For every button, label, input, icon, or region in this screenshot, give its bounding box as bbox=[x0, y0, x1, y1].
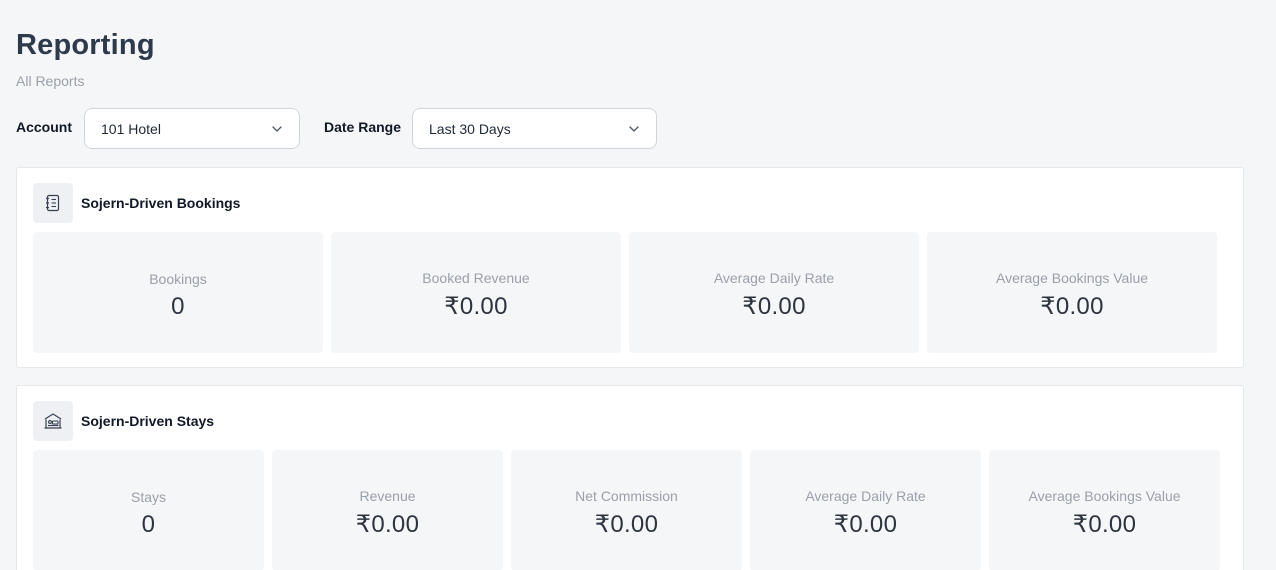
metric-bookings: Bookings 0 bbox=[33, 232, 323, 353]
metric-label: Booked Revenue bbox=[422, 270, 530, 286]
metric-value: ₹0.00 bbox=[444, 293, 508, 320]
stays-card-title: Sojern-Driven Stays bbox=[81, 413, 215, 429]
chevron-down-icon bbox=[271, 123, 283, 135]
metric-value: 0 bbox=[141, 510, 156, 538]
metric-label: Bookings bbox=[149, 270, 207, 287]
account-select[interactable]: 101 Hotel bbox=[84, 108, 300, 149]
metric-value: ₹0.00 bbox=[594, 511, 659, 538]
metric-revenue: Revenue ₹0.00 bbox=[272, 450, 503, 570]
metric-booked-revenue: Booked Revenue ₹0.00 bbox=[331, 232, 621, 353]
page-subtitle: All Reports bbox=[16, 73, 85, 89]
chevron-down-icon bbox=[628, 123, 640, 135]
metric-label: Stays bbox=[130, 488, 166, 505]
metric-average-daily-rate: Average Daily Rate ₹0.00 bbox=[750, 450, 981, 570]
page-title: Reporting bbox=[16, 29, 155, 61]
bookings-card-title: Sojern-Driven Bookings bbox=[81, 195, 241, 211]
stays-card-header: Sojern-Driven Stays bbox=[33, 401, 214, 441]
metric-label: Average Daily Rate bbox=[805, 488, 926, 504]
metric-value: ₹0.00 bbox=[833, 511, 898, 538]
bookings-card-header: Sojern-Driven Bookings bbox=[33, 183, 240, 223]
metric-value: ₹0.00 bbox=[742, 293, 806, 320]
list-document-icon bbox=[33, 183, 73, 223]
metric-average-bookings-value: Average Bookings Value ₹0.00 bbox=[927, 232, 1217, 353]
date-range-label: Date Range bbox=[324, 119, 402, 135]
stays-card: Sojern-Driven Stays Stays 0 Revenue ₹0.0… bbox=[16, 385, 1244, 570]
bed-icon bbox=[33, 401, 73, 441]
account-label: Account bbox=[16, 119, 72, 135]
metric-value: ₹0.00 bbox=[1072, 511, 1137, 538]
bookings-card: Sojern-Driven Bookings Bookings 0 Booked… bbox=[16, 167, 1244, 368]
metric-label: Revenue bbox=[359, 488, 416, 504]
metric-average-daily-rate: Average Daily Rate ₹0.00 bbox=[629, 232, 919, 353]
metric-label: Net Commission bbox=[575, 488, 678, 504]
metric-label: Average Bookings Value bbox=[1028, 488, 1181, 504]
metric-value: 0 bbox=[171, 292, 185, 320]
reporting-page: Reporting All Reports Account 101 Hotel … bbox=[0, 0, 1276, 570]
metric-net-commission: Net Commission ₹0.00 bbox=[511, 450, 742, 570]
metric-stays: Stays 0 bbox=[33, 450, 264, 570]
metric-value: ₹0.00 bbox=[355, 511, 420, 538]
bookings-metrics: Bookings 0 Booked Revenue ₹0.00 Average … bbox=[33, 232, 1217, 353]
metric-label: Average Daily Rate bbox=[713, 270, 835, 286]
metric-value: ₹0.00 bbox=[1040, 293, 1104, 320]
account-select-value: 101 Hotel bbox=[101, 120, 161, 137]
metric-label: Average Bookings Value bbox=[995, 270, 1149, 286]
date-range-select[interactable]: Last 30 Days bbox=[412, 108, 657, 149]
metric-average-bookings-value: Average Bookings Value ₹0.00 bbox=[989, 450, 1220, 570]
date-range-select-value: Last 30 Days bbox=[429, 120, 511, 137]
stays-metrics: Stays 0 Revenue ₹0.00 Net Commission ₹0.… bbox=[33, 450, 1220, 570]
